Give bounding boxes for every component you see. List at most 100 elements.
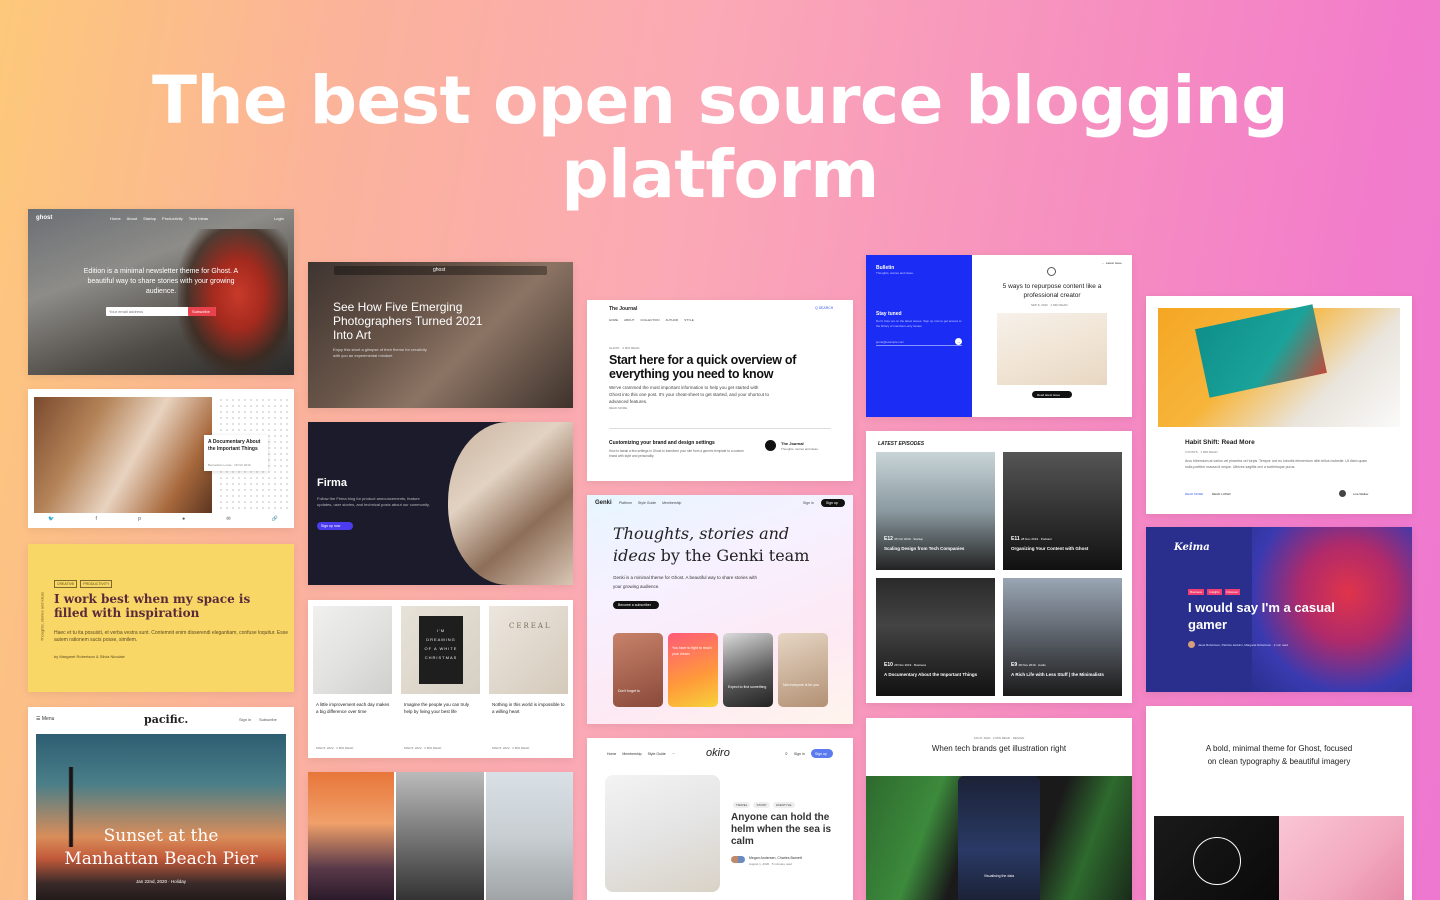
genki-tile-1[interactable]: Don't forget to xyxy=(613,633,663,707)
pacific-tag[interactable]: Holiday xyxy=(171,879,186,884)
pacific-subscribe[interactable]: Subscribe xyxy=(259,717,277,722)
okiro-title[interactable]: Anyone can hold the helm when the sea is… xyxy=(731,812,841,848)
yellow-tag-creative[interactable]: CREATIVE xyxy=(54,580,78,588)
firma-theme-card[interactable]: Firma Follow the Firma blog for product … xyxy=(308,422,573,585)
episode-card-11[interactable]: E11 28 Nov 2019 · Podcast Organizing You… xyxy=(1003,452,1122,570)
okiro-signup-button[interactable]: Sign up xyxy=(811,749,833,758)
okiro-nav-more[interactable]: ··· xyxy=(672,752,676,756)
journal-nav-author[interactable]: AUTHOR xyxy=(666,318,679,322)
pacific-title[interactable]: Sunset at the Manhattan Beach Pier xyxy=(36,825,286,871)
genki-logo[interactable]: Genki xyxy=(595,500,612,506)
episodes-theme-card[interactable]: LATEST EPISODES E12 05 Oct 2019 · Startu… xyxy=(866,431,1132,703)
okiro-logo[interactable]: okiro xyxy=(706,747,730,759)
firma-title[interactable]: Firma xyxy=(317,477,347,489)
arrow-right-icon[interactable]: → xyxy=(955,338,962,345)
genki-signin[interactable]: Sign in xyxy=(803,501,814,505)
okiro-tag-story[interactable]: STORY xyxy=(753,802,770,808)
habit-author[interactable]: Lisa Walker xyxy=(1353,492,1369,496)
edition-nav-startup[interactable]: Startup xyxy=(143,216,156,221)
okiro-tag-travel[interactable]: TRAVEL xyxy=(733,802,751,808)
genki-nav-membership[interactable]: Membership xyxy=(662,501,681,505)
episode-card-9[interactable]: E9 28 Nov 2019 · Audio A Rich Life with … xyxy=(1003,578,1122,696)
illustration-theme-card[interactable]: JAN 8, 2020 · 2 MIN READ · DESIGN When t… xyxy=(866,718,1132,900)
twitter-icon[interactable]: 🐦 xyxy=(48,516,54,522)
pacific-logo[interactable]: pacific. xyxy=(144,713,188,726)
keima-tag-insights[interactable]: Insights xyxy=(1207,589,1222,595)
okiro-signin[interactable]: Sign in xyxy=(794,752,805,756)
illustration-title[interactable]: When tech brands get illustration right xyxy=(919,743,1079,754)
edition-subscribe-button[interactable]: Subscribe xyxy=(188,307,216,316)
yellow-headline[interactable]: I work best when my space is filled with… xyxy=(54,592,254,620)
photographers-title[interactable]: See How Five Emerging Photographers Turn… xyxy=(333,300,503,342)
edition-login[interactable]: Login xyxy=(274,216,284,221)
okiro-nav-styleguide[interactable]: Style Guide xyxy=(648,752,666,756)
keima-title[interactable]: I would say I'm a casual gamer xyxy=(1188,599,1338,633)
genki-nav-styleguide[interactable]: Style Guide xyxy=(638,501,656,505)
okiro-authors[interactable]: Megan Andersen, Charles Barnett xyxy=(749,856,802,860)
edition-logo[interactable]: ghost xyxy=(36,215,52,221)
genki-theme-card[interactable]: Genki Platform Style Guide Membership Si… xyxy=(587,495,853,724)
journal-search[interactable]: Q SEARCH xyxy=(815,306,833,310)
episode-card-12[interactable]: E12 05 Oct 2019 · Startup Scaling Design… xyxy=(876,452,995,570)
minimal-theme-card[interactable]: A bold, minimal theme for Ghost, focused… xyxy=(1146,706,1412,900)
yellow-theme-card[interactable]: Thoughts, stories and ideas CREATIVE PRO… xyxy=(28,544,294,692)
pinterest-icon[interactable]: p xyxy=(138,516,141,522)
journal-author-name[interactable]: The Journal xyxy=(781,441,804,446)
bulletin-email-input[interactable]: jamie@example.com → xyxy=(876,338,962,346)
bulletin-latest[interactable]: ← Latest issue xyxy=(1102,261,1122,265)
journal-nav-home[interactable]: HOME xyxy=(609,318,618,322)
link-icon[interactable]: 🔗 xyxy=(272,516,278,522)
yellow-tag-productivity[interactable]: PRODUCTIVITY xyxy=(80,580,113,588)
photo-strip-card[interactable] xyxy=(308,772,573,900)
reddit-icon[interactable]: ● xyxy=(182,516,185,522)
documentary-title-box[interactable]: A Documentary About the Important Things… xyxy=(204,435,268,471)
journal-sub-title[interactable]: Customizing your brand and design settin… xyxy=(609,440,744,446)
habit-readlater[interactable]: READ LATER xyxy=(1212,492,1231,496)
documentary-theme-card[interactable]: A Documentary About the Important Things… xyxy=(28,389,294,528)
grid-item-3-title[interactable]: Nothing in this world is impossible to a… xyxy=(492,701,566,715)
okiro-search-icon[interactable]: ⌕ xyxy=(785,751,788,757)
mail-icon[interactable]: ✉ xyxy=(226,516,230,522)
journal-nav-about[interactable]: ABOUT xyxy=(624,318,634,322)
keima-theme-card[interactable]: Keima Business Insights Discover I would… xyxy=(1146,527,1412,692)
genki-tile-2[interactable]: You have to fight to reach your dream xyxy=(668,633,718,707)
journal-more[interactable]: READ MORE xyxy=(609,406,627,410)
journal-nav-collection[interactable]: COLLECTION xyxy=(640,318,659,322)
journal-logo[interactable]: The Journal xyxy=(609,306,637,312)
okiro-tag-lifestyle[interactable]: LIFESTYLE xyxy=(772,802,795,808)
photographers-theme-card[interactable]: ghost See How Five Emerging Photographer… xyxy=(308,262,573,408)
facebook-icon[interactable]: f xyxy=(95,516,96,522)
grid-item-1-title[interactable]: A little improvement each day makes a bi… xyxy=(316,701,390,715)
okiro-nav-membership[interactable]: Membership xyxy=(622,752,641,756)
journal-nav-style[interactable]: STYLE xyxy=(684,318,694,322)
edition-theme-card[interactable]: ghost Home About Startup Productivity Te… xyxy=(28,209,294,375)
genki-signup-button[interactable]: Sign up xyxy=(821,499,845,507)
pacific-signin[interactable]: Sign in xyxy=(239,717,251,722)
edition-nav-productivity[interactable]: Productivity xyxy=(162,216,183,221)
keima-logo[interactable]: Keima xyxy=(1174,542,1210,553)
genki-subscribe-button[interactable]: Become a subscriber xyxy=(613,601,659,609)
journal-theme-card[interactable]: The Journal Q SEARCH HOME ABOUT COLLECTI… xyxy=(587,300,853,481)
habit-readmore[interactable]: READ MORE xyxy=(1185,492,1203,496)
keima-tag-business[interactable]: Business xyxy=(1188,589,1205,595)
grid-theme-card[interactable]: I'M DREAMING OF A WHITE CHRISTMAS CEREAL… xyxy=(308,600,573,758)
edition-nav-tech[interactable]: Tech Ideas xyxy=(189,216,208,221)
episode-card-10[interactable]: E10 28 Nov 2019 · Business A Documentary… xyxy=(876,578,995,696)
genki-tile-4[interactable]: Not everyone is for you xyxy=(778,633,828,707)
okiro-nav-home[interactable]: Home xyxy=(607,752,616,756)
keima-tag-discover[interactable]: Discover xyxy=(1224,589,1241,595)
bulletin-read-button[interactable]: Read latest issue xyxy=(1032,391,1072,398)
photographers-logo[interactable]: ghost xyxy=(433,267,445,273)
genki-tile-3[interactable]: Expect to find something xyxy=(723,633,773,707)
pacific-theme-card[interactable]: ☰ Menu pacific. Sign in Subscribe Sunset… xyxy=(28,707,294,900)
bulletin-title[interactable]: 5 ways to repurpose content like a profe… xyxy=(996,283,1108,300)
pacific-menu[interactable]: ☰ Menu xyxy=(36,716,54,722)
edition-nav-about[interactable]: About xyxy=(127,216,137,221)
grid-item-2-title[interactable]: Imagine the people you can truly help by… xyxy=(404,701,478,715)
habit-theme-card[interactable]: Habit Shift: Read More 3 POSTS · 1 MIN R… xyxy=(1146,296,1412,514)
journal-title[interactable]: Start here for a quick overview of every… xyxy=(609,353,829,381)
bulletin-theme-card[interactable]: Bulletin Thoughts, stories and ideas. St… xyxy=(866,255,1132,417)
genki-nav-platform[interactable]: Platform xyxy=(619,501,632,505)
firma-signup-button[interactable]: Sign up now xyxy=(317,522,353,530)
habit-title[interactable]: Habit Shift: Read More xyxy=(1185,439,1255,446)
